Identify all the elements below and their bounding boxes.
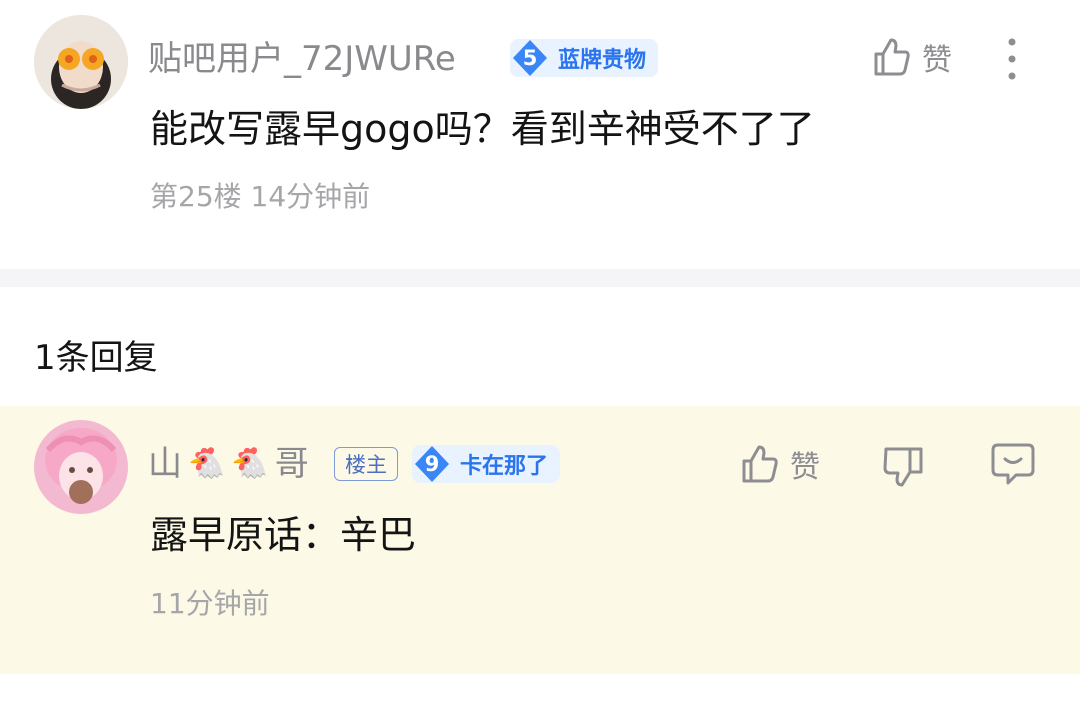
like-label: 赞 [922,43,952,78]
chicken-emoji: 🐔 [188,446,226,481]
section-divider [0,269,1080,287]
like-label: 赞 [790,450,820,485]
reply-content: 露早原话：辛巴 [150,513,417,557]
reply-username-prefix: 山 [148,444,182,484]
post-username[interactable]: 贴吧用户_72JWURe [148,42,456,76]
chicken-emoji: 🐔 [231,446,269,481]
dislike-button[interactable] [882,444,926,494]
post-content: 能改写露早gogo吗？看到辛神受不了了 [150,107,815,151]
thumbs-up-icon [874,38,910,76]
reply-username-suffix: 哥 [274,444,309,484]
owner-tag: 楼主 [334,447,398,481]
level-badge: 5 蓝牌贵物 [510,39,659,77]
level-number: 5 [522,46,538,70]
replies-count-header: 1条回复 [34,338,158,378]
post-floor-time: 第25楼 14分钟前 [150,180,371,213]
reply-username[interactable]: 山 🐔 🐔 哥 [148,447,309,481]
reply-level-badge: 9 卡在那了 [412,445,561,483]
badge-label: 蓝牌贵物 [558,48,647,73]
level-number: 9 [424,452,440,476]
comment-bubble-icon [991,443,1035,485]
user-avatar[interactable] [34,15,128,109]
thumbs-up-icon [742,445,778,483]
more-options-icon[interactable] [1002,38,1022,80]
thumbs-down-icon [883,447,923,487]
reply-avatar[interactable] [34,420,128,514]
reply-like-button[interactable]: 赞 [738,442,820,486]
comment-button[interactable] [990,442,1036,490]
badge-label: 卡在那了 [460,454,549,479]
like-button[interactable]: 赞 [870,35,952,79]
level-diamond-icon: 9 [412,445,452,483]
reply-time: 11分钟前 [150,587,270,620]
level-diamond-icon: 5 [510,39,550,77]
